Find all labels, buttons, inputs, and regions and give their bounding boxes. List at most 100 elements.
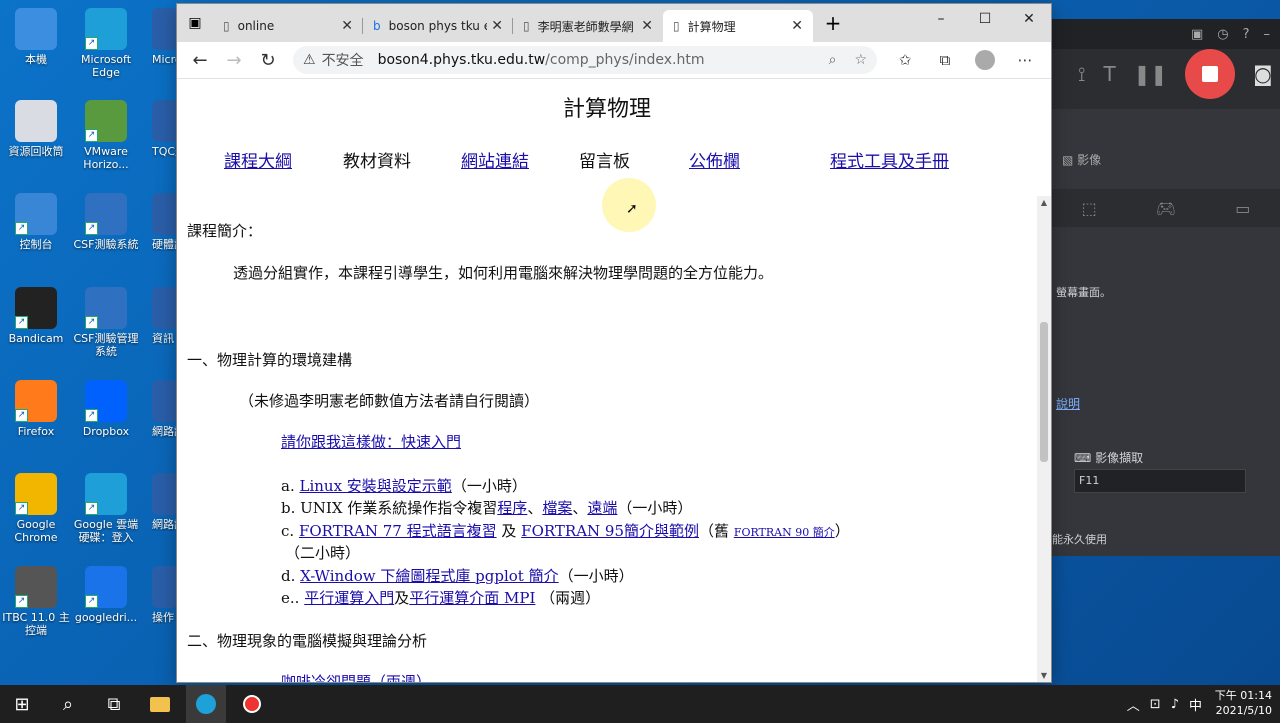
desktop-icon[interactable]: ↗ VMware Horizo... [70,100,142,171]
hotkey-field[interactable]: F11 [1074,469,1246,493]
bandicam-help-link[interactable]: 說明 [1056,395,1080,412]
desktop-icon[interactable]: ↗ ITBC 11.0 主控端 [0,566,72,637]
url-field[interactable]: ⚠ 不安全 boson4.phys.tku.edu.tw/comp_phys/i… [293,46,877,74]
item-c-link-f77[interactable]: FORTRAN 77 程式語言複習 [299,522,497,540]
scrollbar-thumb[interactable] [1040,322,1048,462]
folder-icon[interactable]: ▣ [1191,27,1203,42]
profile-avatar[interactable] [965,50,1005,70]
desktop-icon[interactable]: ↗ Google Chrome [0,473,72,544]
gamepad-icon[interactable]: 🎮︎ [1156,199,1176,218]
bandicam-window: ▣ ◷ ? – ⟟ T ❚❚ ◙ ▧ 影像 ⬚ 🎮︎ ▭ 螢幕畫面。 說明 ⌨ … [1052,19,1280,556]
new-tab-button[interactable]: + [813,11,853,35]
close-button[interactable]: ✕ [1007,4,1051,34]
chevron-up-icon[interactable]: ︿ [1127,695,1140,714]
tab-3[interactable]: ▯ 計算物理 ✕ [663,10,813,42]
search-icon[interactable]: ⌕ [48,685,88,723]
rect-select-icon[interactable]: ⬚ [1082,199,1097,218]
tab-close-icon[interactable]: ✕ [791,18,803,34]
desktop-icon[interactable]: ↗ Bandicam [0,287,72,345]
quickstart-link[interactable]: 請你跟我這樣做：快速入門 [281,431,461,452]
item-b-link-process[interactable]: 程序 [497,499,527,517]
network-icon[interactable]: ⊡ [1150,697,1161,712]
app-icon [152,287,178,329]
tab-2[interactable]: ▯ 李明憲老師數學網 ✕ [513,10,663,42]
nav-syllabus-link[interactable]: 課程大綱 [224,147,292,172]
desktop-icon[interactable]: ↗ CSF測驗管理系統 [70,287,142,358]
desktop-icon[interactable]: ↗ CSF測驗系統 [70,193,142,251]
shortcut-arrow-icon: ↗ [15,502,28,515]
scroll-up-icon[interactable]: ▲ [1037,198,1051,207]
taskbar-clock[interactable]: 下午 01:14 2021/5/10 [1215,688,1272,718]
section1-note: （未修過李明憲老師數值方法者請自行閱讀） [239,392,540,410]
favorite-add-icon[interactable]: ☆ [854,52,867,68]
collections-icon[interactable]: ⧉ [925,51,965,69]
item-e-link-parallel[interactable]: 平行運算入門 [304,589,394,607]
cursor-effect-icon[interactable]: ⟟ [1078,62,1085,86]
app-icon: ↗ [15,566,57,608]
tab-1[interactable]: b boson phys tku edu✕ [363,10,513,42]
desktop-icon[interactable]: ↗ Google 雲端硬碟：登入 [70,473,142,544]
favorites-icon[interactable]: ✩ [885,51,925,69]
shortcut-arrow-icon: ↗ [85,222,98,235]
item-c-link-f95[interactable]: FORTRAN 95簡介與範例 [521,522,699,540]
item-b-link-remote[interactable]: 遠端 [587,499,617,517]
start-icon[interactable]: ⊞ [2,685,42,723]
window-controls: – ☐ ✕ [919,4,1051,34]
tab-close-icon[interactable]: ✕ [641,18,653,34]
coffee-cooling-link[interactable]: 咖啡冷卻問題（兩週） [281,673,431,682]
desktop-icon[interactable]: ↗ googledri... [70,566,142,624]
pause-icon[interactable]: ❚❚ [1134,62,1168,86]
help-icon[interactable]: ? [1243,27,1250,42]
desktop-icon[interactable]: ↗ Dropbox [70,380,142,438]
nav-guestbook-label: 留言板 [579,152,630,172]
camera-icon[interactable]: ◙ [1253,62,1272,86]
hdmi-icon[interactable]: ▭ [1235,199,1250,218]
bandicam-video-tab[interactable]: ▧ 影像 [1062,151,1101,168]
item-e-prefix: e.. [281,589,300,607]
section2-heading: 二、物理現象的電腦模擬與理論分析 [187,632,428,650]
shortcut-arrow-icon: ↗ [15,222,28,235]
zoom-icon[interactable]: ⌕ [829,52,837,68]
text-tool-icon[interactable]: T [1103,62,1115,86]
item-b-tail: （一小時） [617,499,693,517]
item-e-link-mpi[interactable]: 平行運算介面 MPI [409,589,535,607]
taskbar: ⊞ ⌕ ⧉ ︿ ⊡ ♪ 中 下午 01:14 2021/5/10 [0,685,1280,723]
maximize-button[interactable]: ☐ [963,4,1007,34]
vertical-scrollbar[interactable]: ▲ ▼ [1037,196,1051,682]
stop-record-button[interactable] [1185,49,1236,99]
item-d-link[interactable]: X-Window 下繪圖程式庫 pgplot 簡介 [300,567,558,585]
volume-icon[interactable]: ♪ [1171,697,1179,712]
security-label[interactable]: 不安全 [322,50,364,70]
scroll-down-icon[interactable]: ▼ [1037,671,1051,680]
nav-bulletin-link[interactable]: 公佈欄 [689,147,740,172]
minimize-icon[interactable]: – [1264,27,1271,42]
tab-close-icon[interactable]: ✕ [341,18,353,34]
item-a-link[interactable]: Linux 安裝與設定示範 [300,477,452,495]
tab-0[interactable]: ▯ online ✕ [213,10,363,42]
refresh-icon[interactable]: ↻ [251,50,285,71]
minimize-button[interactable]: – [919,4,963,34]
file-explorer-icon[interactable] [140,685,180,723]
desktop-icon[interactable]: 本機 [0,8,72,66]
task-view-icon[interactable]: ⧉ [94,685,134,723]
desktop-icon[interactable]: ↗ Firefox [0,380,72,438]
desktop-icon[interactable]: 資源回收筒 [0,100,72,158]
desktop-icon[interactable]: ↗ 控制台 [0,193,72,251]
more-menu-icon[interactable]: ⋯ [1005,51,1045,69]
tab-actions-icon[interactable]: ▣ [177,15,213,31]
edge-taskbar-icon[interactable] [186,685,226,723]
nav-tools-link[interactable]: 程式工具及手冊 [830,147,949,172]
item-c-link-f90[interactable]: FORTRAN 90 簡介 [734,526,835,539]
item-b-link-file[interactable]: 檔案 [542,499,572,517]
item-b-prefix: b. [281,499,296,517]
tab-close-icon[interactable]: ✕ [491,18,503,34]
app-icon: ↗ [85,473,127,515]
bandicam-taskbar-icon[interactable] [232,685,272,723]
warning-icon[interactable]: ⚠ [303,52,316,68]
back-icon[interactable]: ← [183,50,217,71]
nav-links-link[interactable]: 網站連結 [461,147,529,172]
ime-icon[interactable]: 中 [1189,695,1202,714]
clock-icon[interactable]: ◷ [1217,27,1228,42]
forward-icon[interactable]: → [217,50,251,71]
desktop-icon[interactable]: ↗ Microsoft Edge [70,8,142,79]
